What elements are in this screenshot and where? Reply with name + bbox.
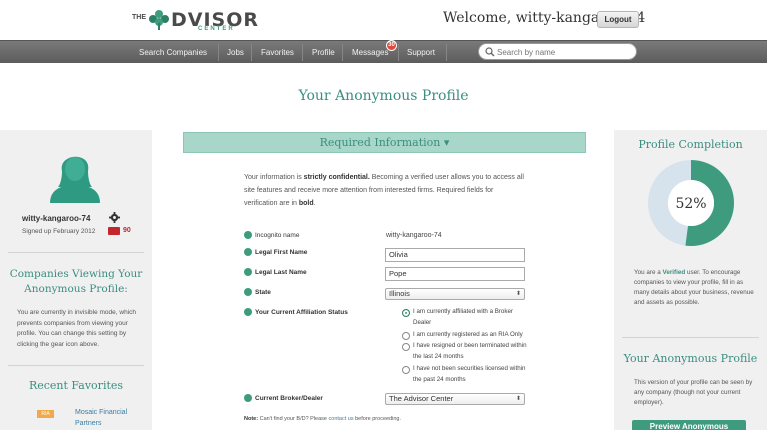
last-name-label: Legal Last Name [255,269,307,276]
broker-dealer-label: Current Broker/Dealer [255,395,323,402]
select-arrows-icon: ⬍ [515,396,521,402]
nav-messages[interactable]: Messages [352,41,388,64]
logo-prefix: THE [132,13,146,21]
help-icon[interactable] [244,268,252,276]
help-icon[interactable] [244,231,252,239]
left-sidebar: witty-kangaroo-74 Signed up February 201… [0,130,152,430]
affiliation-option: I have not been securities licensed with… [413,365,526,383]
nav-divider [251,44,252,61]
nav-profile[interactable]: Profile [312,41,335,64]
incognito-value: witty-kangaroo-74 [386,232,442,239]
first-name-label: Legal First Name [255,249,308,256]
logout-button[interactable]: Logout [597,11,639,28]
score-value: 90 [123,227,131,234]
nav-support[interactable]: Support [407,41,435,64]
intro-text: Your information is [244,174,304,181]
gear-icon[interactable] [109,212,120,223]
verified-text: You are a [634,269,663,276]
affiliation-option: I am currently affiliated with a Broker … [413,308,513,326]
verified-word: Verified [662,269,686,276]
affiliation-radio-not-licensed[interactable] [402,366,410,374]
anonymous-profile-text: This version of your profile can be seen… [634,379,753,406]
nav-divider [398,44,399,61]
main-nav: Search Companies Jobs Favorites Profile … [0,40,767,63]
incognito-label: Incognito name [255,232,300,239]
intro-bold: bold [298,200,314,207]
profile-completion-title: Profile Completion [638,138,743,151]
intro-text: . [313,200,316,207]
help-icon[interactable] [244,394,252,402]
divider [622,337,759,338]
affiliation-radio-resigned[interactable] [402,343,410,351]
search-box[interactable] [478,43,637,60]
nav-divider [342,44,343,61]
nav-search-companies[interactable]: Search Companies [139,41,207,64]
affiliation-radio-ria[interactable] [402,332,410,340]
companies-viewing-text: You are currently in invisible mode, whi… [17,309,136,348]
first-name-field[interactable]: Olivia [385,248,525,262]
logo-sub: CENTER [198,26,235,32]
affiliation-label: Your Current Affiliation Status [255,309,348,316]
state-select[interactable]: Illinois ⬍ [385,288,525,300]
intro-paragraph: Your information is strictly confidentia… [244,171,526,210]
sidebar-username: witty-kangaroo-74 [22,214,91,223]
note-label: Note: [244,416,259,422]
signup-date: Signed up February 2012 [22,228,96,235]
affiliation-radio-broker-dealer[interactable] [402,309,410,317]
right-sidebar: Profile Completion 52% You are a Verifie… [614,130,767,430]
page-title: Your Anonymous Profile [298,88,469,104]
affiliation-option: I have resigned or been terminated withi… [413,342,527,360]
preview-anonymous-button[interactable]: Preview Anonymous [632,420,746,430]
anonymous-profile-title: Your Anonymous Profile [623,352,758,365]
verified-user-text: You are a Verified user. To encourage co… [634,268,760,308]
broker-dealer-note: Note: Can't find your B/D? Please contac… [244,416,401,422]
nav-divider [218,44,219,61]
recent-favorites-title: Recent Favorites [28,379,124,392]
help-icon[interactable] [244,288,252,296]
divider [8,252,144,253]
messages-count-badge: 30 [386,40,397,51]
search-icon [485,47,495,57]
state-value: Illinois [389,289,410,298]
note-text: Can't find your B/D? Please [258,416,329,422]
nav-divider [302,44,303,61]
last-name-field[interactable]: Pope [385,267,525,281]
intro-strong: strictly confidential. [303,174,370,181]
completion-percent: 52% [675,196,707,212]
state-label: State [255,289,271,296]
help-icon[interactable] [244,308,252,316]
nav-divider [446,44,447,61]
score-icon [108,227,120,235]
select-arrows-icon: ⬍ [515,291,521,297]
divider [8,365,144,366]
required-information-header[interactable]: Required Information ▾ [183,132,586,153]
broker-dealer-select[interactable]: The Advisor Center ⬍ [385,393,525,405]
section-title: Required Information ▾ [319,136,450,149]
leaf-logo-icon [149,10,169,30]
broker-dealer-value: The Advisor Center [389,394,454,403]
user-avatar-icon [50,156,100,203]
header: THE DVISOR CENTER Welcome, witty-kangaro… [0,0,767,40]
contact-us-link[interactable]: contact us [329,416,354,422]
search-input[interactable] [497,46,631,58]
nav-favorites[interactable]: Favorites [261,41,294,64]
note-text: before proceeding. [353,416,401,422]
advisor-center-logo[interactable]: THE DVISOR CENTER [132,6,259,34]
help-icon[interactable] [244,248,252,256]
favorite-type-badge: RIA [37,410,54,418]
nav-jobs[interactable]: Jobs [227,41,244,64]
companies-viewing-title: Companies Viewing Your Anonymous Profile… [9,268,143,295]
favorite-link[interactable]: Mosaic Financial Partners [75,407,145,429]
affiliation-option: I am currently registered as an RIA Only [413,331,523,338]
